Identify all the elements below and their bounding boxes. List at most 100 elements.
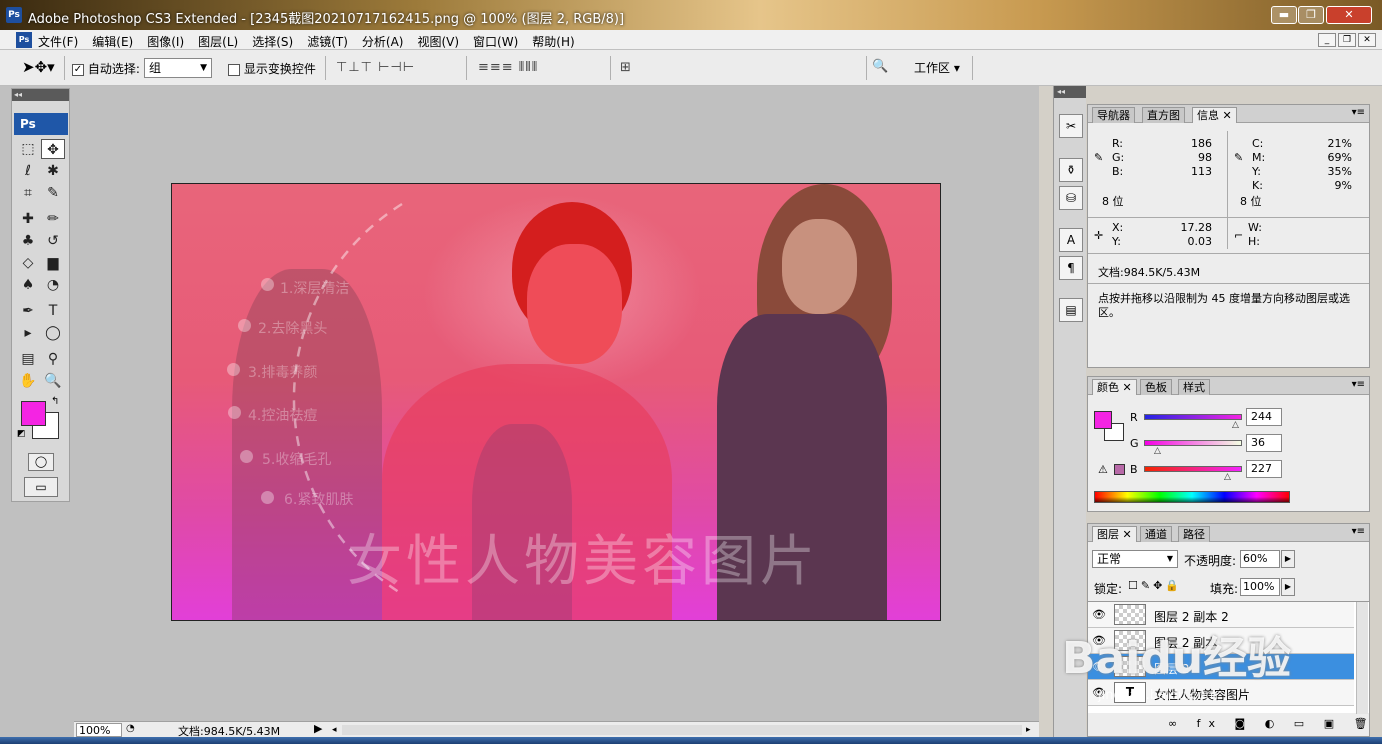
- tab-channels[interactable]: 通道: [1140, 526, 1172, 542]
- menu-layer[interactable]: 图层(L): [198, 33, 238, 50]
- b-slider-thumb[interactable]: △: [1224, 472, 1231, 482]
- status-menu-arrow-icon[interactable]: ▶: [314, 722, 322, 735]
- dodge-tool-icon[interactable]: ◔: [41, 275, 65, 295]
- horizontal-scrollbar[interactable]: [342, 725, 1022, 735]
- menu-select[interactable]: 选择(S): [252, 33, 293, 50]
- scroll-left-icon[interactable]: ◂: [332, 725, 337, 735]
- zoom-tool-icon[interactable]: 🔍: [41, 371, 65, 391]
- opacity-slider-arrow-icon[interactable]: ▶: [1281, 550, 1295, 568]
- path-selection-icon[interactable]: ▸: [16, 323, 40, 343]
- menu-image[interactable]: 图像(I): [147, 33, 184, 50]
- toolbox-collapse-icon[interactable]: ◂◂: [12, 89, 69, 101]
- panel-menu-icon[interactable]: ▾≡: [1352, 526, 1365, 537]
- r-slider-thumb[interactable]: △: [1232, 420, 1239, 430]
- menu-help[interactable]: 帮助(H): [532, 33, 574, 50]
- marquee-tool-icon[interactable]: ⬚: [16, 139, 40, 159]
- bridge-icon[interactable]: 🔍: [872, 59, 888, 74]
- lasso-tool-icon[interactable]: ℓ: [16, 161, 40, 181]
- g-value-field[interactable]: 36: [1246, 434, 1282, 452]
- tab-navigator[interactable]: 导航器: [1092, 107, 1135, 123]
- close-button[interactable]: ✕: [1326, 6, 1372, 24]
- opacity-field[interactable]: 60%: [1240, 550, 1280, 568]
- zoom-field[interactable]: 100%: [76, 723, 122, 737]
- healing-brush-icon[interactable]: ✚: [16, 209, 40, 229]
- foreground-color-swatch[interactable]: [21, 401, 46, 426]
- gradient-tool-icon[interactable]: ▆: [41, 253, 65, 273]
- brushes-icon[interactable]: ⚱: [1059, 158, 1083, 182]
- swap-colors-icon[interactable]: ↰: [51, 396, 59, 407]
- panel-menu-icon[interactable]: ▾≡: [1352, 379, 1365, 390]
- clone-source-icon[interactable]: ⛁: [1059, 186, 1083, 210]
- auto-align-button[interactable]: ⊞: [620, 60, 632, 75]
- color-foreground-swatch[interactable]: [1094, 411, 1112, 429]
- clone-stamp-icon[interactable]: ♣: [16, 231, 40, 251]
- menu-view[interactable]: 视图(V): [417, 33, 459, 50]
- tool-presets-icon[interactable]: ✂: [1059, 114, 1083, 138]
- crop-tool-icon[interactable]: ⌗: [16, 183, 40, 203]
- menu-filter[interactable]: 滤镜(T): [307, 33, 348, 50]
- scroll-right-icon[interactable]: ▸: [1026, 725, 1031, 735]
- tab-info[interactable]: 信息 ✕: [1192, 107, 1237, 123]
- tab-layers[interactable]: 图层 ✕: [1092, 526, 1137, 542]
- tab-color[interactable]: 颜色 ✕: [1092, 379, 1137, 395]
- blend-mode-dropdown[interactable]: 正常 ▼: [1092, 550, 1178, 568]
- menu-analysis[interactable]: 分析(A): [362, 33, 404, 50]
- g-slider-thumb[interactable]: △: [1154, 446, 1161, 456]
- auto-select-checkbox[interactable]: ✓: [72, 63, 84, 76]
- dock-collapse-icon[interactable]: ◂◂: [1054, 86, 1086, 98]
- tab-histogram[interactable]: 直方图: [1142, 107, 1185, 123]
- document-icon[interactable]: Ps: [16, 32, 32, 48]
- history-brush-icon[interactable]: ↺: [41, 231, 65, 251]
- move-tool-icon[interactable]: ✥: [41, 139, 65, 159]
- blur-tool-icon[interactable]: ♠: [16, 275, 40, 295]
- quick-mask-button[interactable]: ◯: [28, 453, 54, 471]
- lock-options-icons[interactable]: ☐✎✥🔒: [1128, 579, 1182, 592]
- eyedropper-icon[interactable]: ⚲: [41, 349, 65, 369]
- eyedropper-slice-icon[interactable]: ✎: [41, 183, 65, 203]
- document-canvas[interactable]: 1.深层清洁 2.去除黑头 3.排毒养颜 4.控油祛痘 5.收缩毛孔 6.紧致肌…: [171, 183, 941, 621]
- b-value-field[interactable]: 227: [1246, 460, 1282, 478]
- distribute-buttons[interactable]: ≡≡≡ ⫴⫴⫴: [478, 60, 538, 75]
- notes-tool-icon[interactable]: ▤: [16, 349, 40, 369]
- default-colors-icon[interactable]: ◩: [17, 429, 26, 439]
- character-panel-icon[interactable]: A: [1059, 228, 1083, 252]
- color-spectrum-bar[interactable]: [1094, 491, 1290, 503]
- maximize-button[interactable]: ❐: [1298, 6, 1324, 24]
- hand-tool-icon[interactable]: ✋: [16, 371, 40, 391]
- menu-file[interactable]: 文件(F): [38, 33, 78, 50]
- layer-comps-icon[interactable]: ▤: [1059, 298, 1083, 322]
- fill-slider-arrow-icon[interactable]: ▶: [1281, 578, 1295, 596]
- layer-actions-icons[interactable]: ∞ fx ◙ ◐ ▭ ▣ 🗑: [1168, 717, 1376, 730]
- type-tool-icon[interactable]: T: [41, 301, 65, 321]
- r-slider[interactable]: [1144, 414, 1242, 420]
- show-transform-checkbox[interactable]: [228, 63, 240, 76]
- tab-swatches[interactable]: 色板: [1140, 379, 1172, 395]
- shape-tool-icon[interactable]: ◯: [41, 323, 65, 343]
- r-value-field[interactable]: 244: [1246, 408, 1282, 426]
- menu-edit[interactable]: 编辑(E): [92, 33, 133, 50]
- screen-mode-button[interactable]: ▭: [24, 477, 58, 497]
- align-buttons[interactable]: ⊤⊥⊤ ⊢⊣⊢: [336, 60, 415, 75]
- layers-scrollbar[interactable]: [1356, 602, 1368, 714]
- doc-close-button[interactable]: ✕: [1358, 33, 1376, 47]
- fill-field[interactable]: 100%: [1240, 578, 1280, 596]
- status-info-icon[interactable]: ◔: [126, 723, 135, 734]
- auto-select-dropdown[interactable]: 组 ▼: [144, 58, 212, 78]
- menu-window[interactable]: 窗口(W): [473, 33, 518, 50]
- panel-menu-icon[interactable]: ▾≡: [1352, 107, 1365, 118]
- eye-icon[interactable]: 👁: [1092, 608, 1106, 621]
- tab-styles[interactable]: 样式: [1178, 379, 1210, 395]
- tab-paths[interactable]: 路径: [1178, 526, 1210, 542]
- brush-tool-icon[interactable]: ✏: [41, 209, 65, 229]
- paragraph-panel-icon[interactable]: ¶: [1059, 256, 1083, 280]
- move-tool-preset-icon[interactable]: ➤✥▾: [22, 58, 55, 76]
- doc-restore-button[interactable]: ❐: [1338, 33, 1356, 47]
- gamut-warning-icon[interactable]: ⚠: [1098, 463, 1108, 476]
- eraser-tool-icon[interactable]: ◇: [16, 253, 40, 273]
- minimize-button[interactable]: ▬: [1271, 6, 1297, 24]
- doc-minimize-button[interactable]: _: [1318, 33, 1336, 47]
- magic-wand-icon[interactable]: ✱: [41, 161, 65, 181]
- pen-tool-icon[interactable]: ✒: [16, 301, 40, 321]
- gamut-swatch[interactable]: [1114, 464, 1125, 475]
- workspace-button[interactable]: 工作区 ▾: [914, 59, 960, 76]
